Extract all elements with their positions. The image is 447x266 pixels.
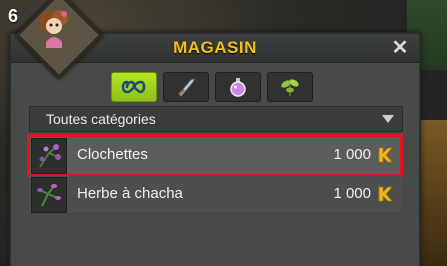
category-filter-dropdown[interactable]: Toutes catégories [29, 106, 403, 132]
equipment-tab[interactable] [163, 72, 209, 102]
item-row-herbe-a-chacha[interactable]: Herbe à chacha 1 000 [29, 175, 401, 214]
item-name: Clochettes [77, 146, 148, 163]
avatar[interactable] [30, 2, 82, 58]
close-button[interactable]: ✕ [389, 37, 411, 59]
herb-item-icon [31, 177, 67, 213]
hud-counter: 6 [8, 6, 19, 26]
kama-icon [378, 186, 393, 202]
item-price: 1 000 [333, 146, 371, 163]
chevron-down-icon [382, 115, 394, 123]
consumables-tab[interactable] [215, 72, 261, 102]
item-row-clochettes[interactable]: Clochettes 1 000 [27, 134, 403, 177]
item-list: Clochettes 1 000 Herbe à chacha 1 000 [27, 134, 403, 214]
sword-icon [178, 78, 195, 97]
kama-icon [378, 147, 393, 163]
all-categories-tab[interactable] [111, 72, 157, 102]
category-tabs [111, 72, 313, 102]
game-scene: 6 MAGASIN ✕ Toutes catégories Clochettes… [0, 0, 447, 266]
item-price: 1 000 [333, 185, 371, 202]
flower-item-icon [31, 138, 67, 174]
infinity-icon [121, 80, 146, 94]
resources-tab[interactable] [267, 72, 313, 102]
potion-icon [230, 78, 246, 97]
plant-icon [281, 79, 299, 96]
item-name: Herbe à chacha [77, 185, 183, 202]
category-filter-value: Toutes catégories [46, 111, 156, 127]
shop-window: MAGASIN ✕ Toutes catégories Clochettes 1… [9, 32, 421, 266]
